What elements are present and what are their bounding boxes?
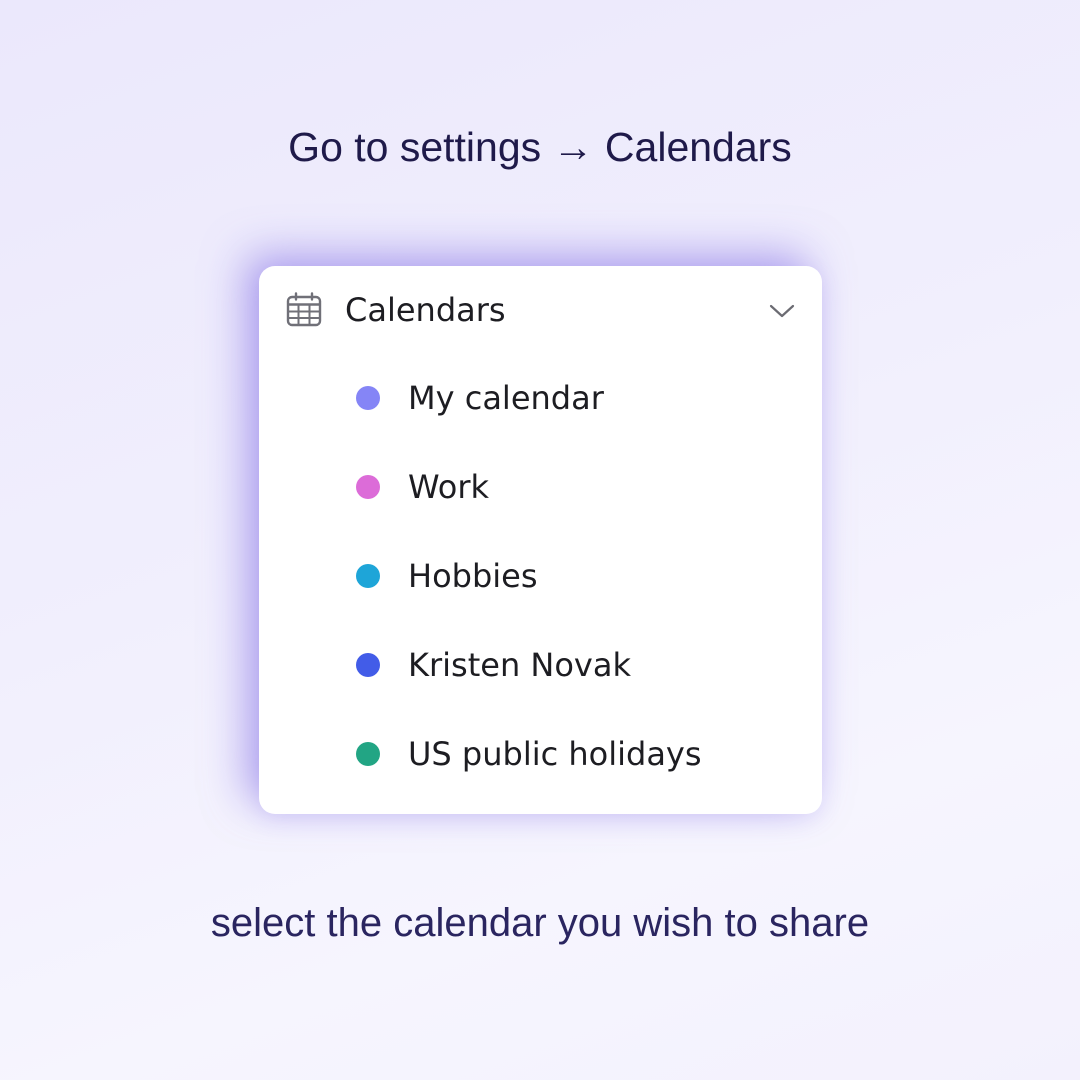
calendar-color-dot <box>356 653 380 677</box>
calendar-color-dot <box>356 742 380 766</box>
instruction-caption: select the calendar you wish to share <box>210 901 870 945</box>
calendar-item-kristen-novak[interactable]: Kristen Novak <box>319 637 789 693</box>
calendar-list: My calendar Work Hobbies Kristen Novak U… <box>259 266 822 814</box>
calendar-item-label: Work <box>408 468 490 506</box>
calendar-item-label: My calendar <box>408 379 604 417</box>
calendar-item-label: US public holidays <box>408 735 702 773</box>
calendar-color-dot <box>356 386 380 410</box>
instruction-heading: Go to settings → Calendars <box>288 124 792 170</box>
calendar-item-us-public-holidays[interactable]: US public holidays <box>319 726 789 782</box>
calendar-item-my-calendar[interactable]: My calendar <box>319 370 789 426</box>
calendar-item-label: Kristen Novak <box>408 646 631 684</box>
calendar-item-work[interactable]: Work <box>319 459 789 515</box>
calendars-panel: Calendars My calendar Work Hobbies Krist… <box>259 266 822 814</box>
calendar-item-hobbies[interactable]: Hobbies <box>319 548 789 604</box>
calendar-item-label: Hobbies <box>408 557 538 595</box>
calendar-color-dot <box>356 475 380 499</box>
calendar-color-dot <box>356 564 380 588</box>
